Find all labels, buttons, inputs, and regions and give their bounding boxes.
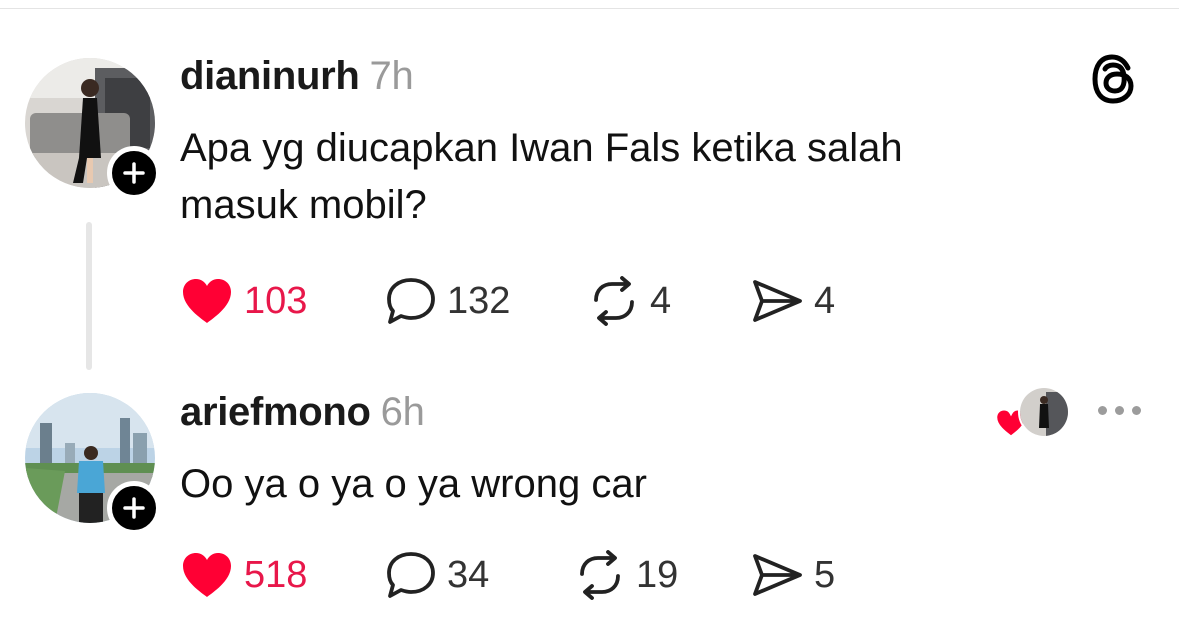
repost-button[interactable]: 19 [574,550,678,600]
follow-plus-button[interactable] [107,481,161,535]
send-icon [753,554,802,596]
like-count: 518 [244,553,308,596]
reply-text: Oo ya o ya o ya wrong car [180,462,647,506]
repost-button[interactable]: 4 [588,276,671,326]
share-button[interactable]: 5 [750,550,835,600]
reply-button[interactable]: 132 [385,276,510,326]
more-options-icon[interactable] [1098,406,1141,415]
author-like-avatar [1018,386,1070,438]
heart-icon [183,279,231,323]
reply-count: 34 [447,553,490,596]
reply-count: 132 [447,279,511,322]
follow-plus-button[interactable] [107,146,161,200]
share-count: 4 [814,279,836,322]
repost-count: 4 [650,279,672,322]
repost-icon [580,550,620,600]
post-actions: 103 132 4 4 [180,276,880,326]
reply-time: 6h [380,390,425,434]
share-count: 5 [814,553,836,596]
post-username[interactable]: dianinurh 7h [180,54,414,99]
heart-icon [183,553,231,597]
plus-icon [123,162,145,184]
post-text: Apa yg diucapkan Iwan Fals ketika salah … [180,126,903,227]
username-text[interactable]: dianinurh [180,54,360,98]
repost-count: 19 [636,553,679,596]
reply-actions: 518 34 19 5 [180,550,880,600]
comment-bubble-icon [387,278,435,324]
repost-icon [594,276,634,326]
reply-button[interactable]: 34 [385,550,489,600]
like-count: 103 [244,279,308,322]
reply-username[interactable]: ariefmono 6h [180,390,425,435]
comment-bubble-icon [387,552,435,598]
post-time: 7h [369,54,414,98]
share-button[interactable]: 4 [750,276,835,326]
plus-icon [123,497,145,519]
username-text[interactable]: ariefmono [180,390,371,434]
threads-logo-icon[interactable] [1092,54,1138,104]
thread-connector-line [86,222,92,370]
like-button[interactable]: 518 [180,550,307,600]
send-icon [753,280,802,322]
top-divider [0,8,1179,9]
like-button[interactable]: 103 [180,276,307,326]
